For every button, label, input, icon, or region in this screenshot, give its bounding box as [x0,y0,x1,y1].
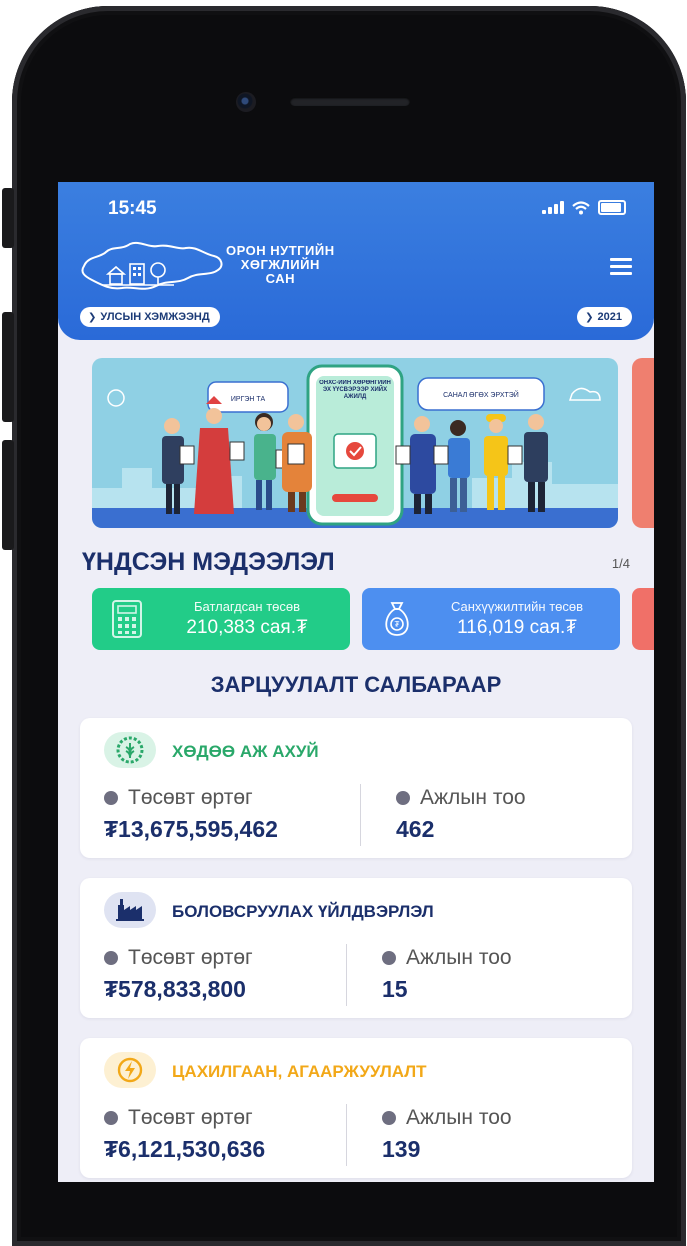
sector-name: БОЛОВСРУУЛАХ ҮЙЛДВЭРЛЭЛ [172,902,434,921]
svg-text:₮: ₮ [395,620,400,629]
status-time: 15:45 [108,198,157,219]
spending-by-sector-title: ЗАРЦУУЛАЛТ САЛБАРААР [210,672,502,697]
basic-info-pager: 1/4 [611,556,630,571]
sector-card-electricity[interactable]: ЦАХИЛГААН, АГААРЖУУЛАЛТ Төсөвт өртөг ₮6,… [80,1038,632,1178]
check-circle-icon [382,951,396,965]
year-selector[interactable]: ❯ 2021 [577,307,632,327]
front-camera [236,92,256,112]
approved-budget-label: Батлагдсан төсөв [193,599,301,614]
agriculture-icon [104,732,156,768]
earpiece-speaker [290,97,410,106]
lightning-icon [104,1052,156,1088]
budget-value: ₮6,121,530,636 [104,1136,266,1162]
budget-value: ₮13,675,595,462 [104,816,278,842]
banner-bubble-left: ИРГЭН ТА [231,396,266,403]
divider [360,784,361,846]
volume-down-button [2,440,14,550]
mute-switch [2,188,14,248]
funding-budget-value: 116,019 сая.₮ [457,617,577,638]
coin-icon [104,791,118,805]
budget-label: Төсөвт өртөг [128,946,253,969]
budget-value: ₮578,833,800 [104,976,246,1002]
app-brand-name: ОРОН НУТГИЙН ХӨГЖЛИЙН САН [226,243,335,286]
budget-label: Төсөвт өртөг [128,1106,253,1129]
mongolia-map-logo [81,241,223,290]
citizens-illustration: ИРГЭН ТА САНАЛ ӨГӨХ ЭРХТЭЙ ОНХС-ИЙН ХӨРӨ… [92,364,618,528]
check-circle-icon [396,791,410,805]
chevron-down-icon: ❯ [88,311,97,323]
factory-icon [104,892,156,928]
app-screen: 15:45 ОРОН НУТГИЙН ХӨГЖЛИЙН САН ❯ УЛСЫН … [58,182,654,1182]
approved-budget-card[interactable]: Батлагдсан төсөв 210,383 сая.₮ [92,588,350,650]
sector-card-agriculture[interactable]: ХӨДӨӨ АЖ АХУЙ Төсөвт өртөг ₮13,675,595,4… [80,718,632,858]
sector-name: ХӨДӨӨ АЖ АХУЙ [172,742,319,761]
calculator-icon [112,600,142,638]
battery-icon [598,200,626,215]
coin-icon [104,951,118,965]
count-value: 139 [382,1136,421,1162]
basic-info-title: ҮНДСЭН МЭДЭЭЛЭЛ [82,548,335,576]
coin-icon [104,1111,118,1125]
funding-budget-label: Санхүүжилтийн төсөв [450,599,584,614]
next-stat-card-peek[interactable] [632,588,654,650]
hamburger-menu-icon[interactable] [610,258,632,279]
check-circle-icon [382,1111,396,1125]
money-bag-icon: ₮ [385,602,409,636]
divider [346,944,347,1006]
approved-budget-value: 210,383 сая.₮ [186,617,308,638]
volume-up-button [2,312,14,422]
chevron-down-icon: ❯ [585,311,594,323]
divider [346,1104,347,1166]
count-label: Ажлын тоо [406,946,512,969]
count-value: 15 [382,976,408,1002]
app-header: 15:45 ОРОН НУТГИЙН ХӨГЖЛИЙН САН ❯ УЛСЫН … [58,182,654,340]
promo-banner[interactable]: ИРГЭН ТА САНАЛ ӨГӨХ ЭРХТЭЙ ОНХС-ИЙН ХӨРӨ… [92,358,618,528]
funding-budget-card[interactable]: ₮ Санхүүжилтийн төсөв 116,019 сая.₮ [362,588,620,650]
sector-card-manufacturing[interactable]: БОЛОВСРУУЛАХ ҮЙЛДВЭРЛЭЛ Төсөвт өртөг ₮57… [80,878,632,1018]
sector-name: ЦАХИЛГААН, АГААРЖУУЛАЛТ [172,1062,427,1081]
wifi-icon [572,200,590,214]
banner-bubble-center: ОНХС-ИЙН ХӨРӨНГИЙН ЭХ ҮҮСВЭРЭЭР ХИЙХ АЖИ… [319,380,391,400]
count-value: 462 [396,816,435,842]
signal-icon [542,201,564,214]
banner-bubble-right: САНАЛ ӨГӨХ ЭРХТЭЙ [443,390,519,399]
count-label: Ажлын тоо [406,1106,512,1129]
status-icons [542,200,626,215]
budget-label: Төсөвт өртөг [128,786,253,809]
next-banner-peek[interactable] [632,358,654,528]
count-label: Ажлын тоо [420,786,526,809]
scope-selector[interactable]: ❯ УЛСЫН ХЭМЖЭЭНД [80,307,220,327]
